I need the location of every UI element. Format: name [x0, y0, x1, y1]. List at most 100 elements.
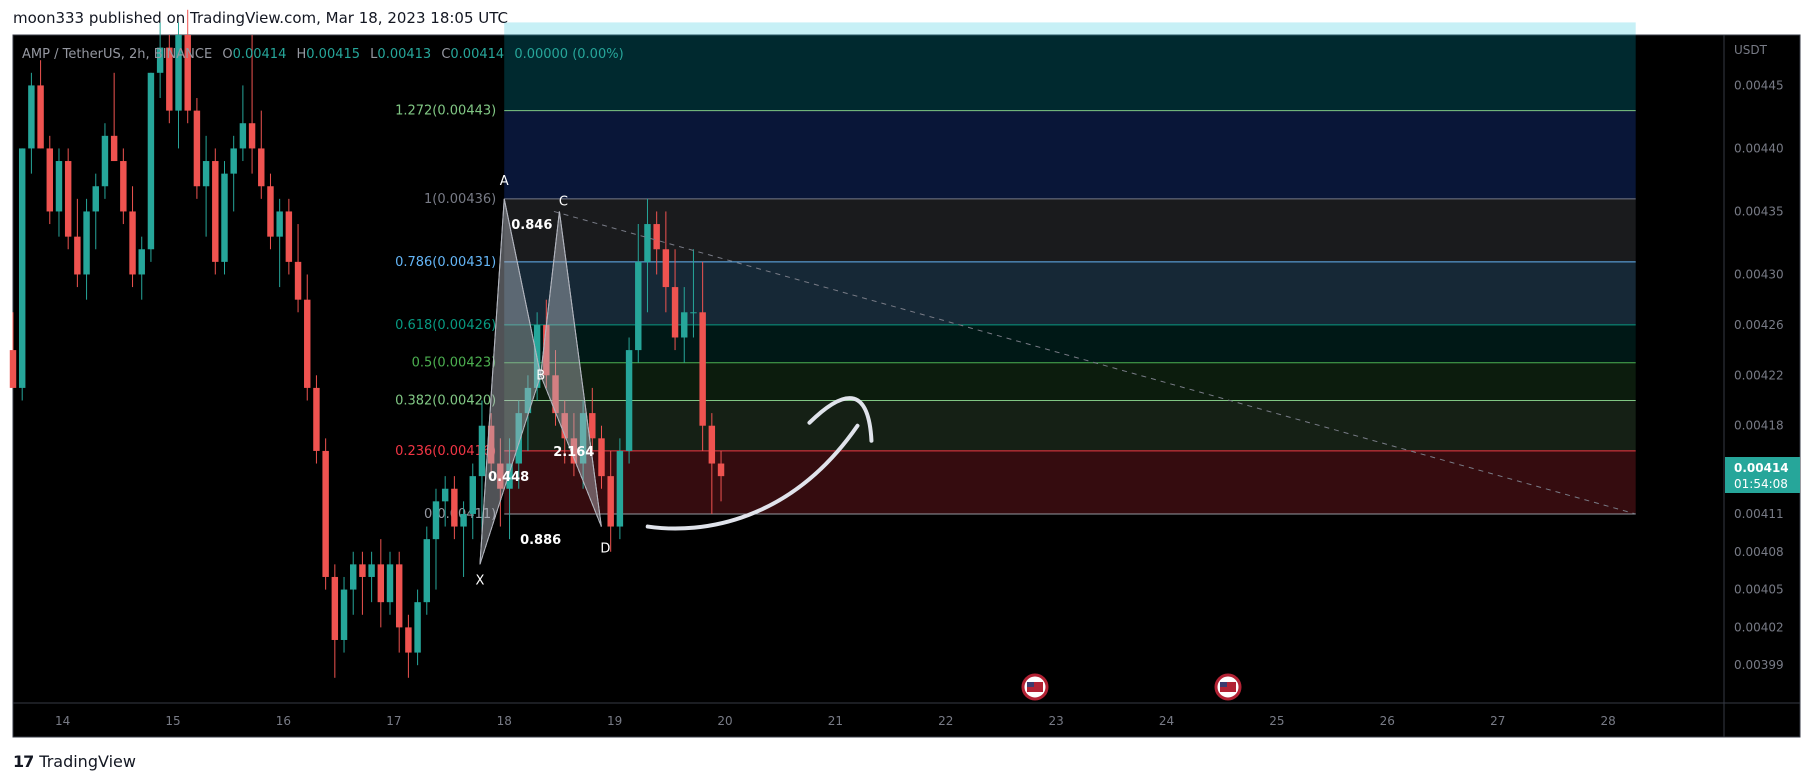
candle-body — [248, 123, 256, 149]
candle-body — [258, 148, 265, 187]
candle-body — [635, 261, 642, 351]
price-tick-label: 0.00430 — [1734, 267, 1784, 281]
candle-body — [120, 161, 127, 212]
candle-body — [377, 564, 385, 603]
candle-body — [147, 72, 155, 250]
pattern-point-label: C — [559, 194, 568, 209]
fib-level-label: 1(0.00436) — [424, 192, 496, 207]
candle-body — [138, 249, 145, 275]
us-flag-canton — [1027, 682, 1034, 687]
price-tick-label: 0.00418 — [1734, 419, 1784, 433]
candle-body — [432, 501, 440, 540]
candle-body — [74, 236, 81, 275]
candle-body — [625, 350, 633, 451]
candle-body — [276, 211, 283, 237]
legend-low: 0.00413 — [377, 47, 431, 62]
price-tick-label: 0.00411 — [1734, 507, 1784, 521]
candle-body — [405, 627, 412, 653]
fib-level-label: 0.382(0.00420) — [395, 394, 496, 409]
legend-close: 0.00414 — [450, 47, 504, 62]
pattern-point-label: X — [475, 573, 484, 588]
fib-level-label: 0.5(0.00423) — [412, 356, 497, 371]
candle-body — [414, 602, 421, 653]
time-tick-label: 28 — [1600, 714, 1615, 728]
candle-body — [478, 425, 486, 477]
pattern-point-label: A — [500, 174, 509, 189]
time-tick-label: 25 — [1269, 714, 1284, 728]
candle-body — [690, 312, 697, 314]
time-tick-label: 15 — [165, 714, 180, 728]
candle-body — [267, 186, 274, 237]
candle-body — [671, 287, 679, 338]
footer-brand[interactable]: 17 TradingView — [13, 752, 136, 771]
candle-body — [350, 564, 357, 590]
legend-symbol: AMP / TetherUS, 2h, BINANCE — [22, 47, 212, 62]
candle-body — [110, 135, 118, 162]
candle-body — [230, 148, 237, 174]
last-price-badge: 0.00414 01:54:08 — [1725, 457, 1800, 493]
time-axis[interactable]: 14 15 16 17 18 19 20 21 22 23 24 25 26 27 28 — [55, 714, 1616, 728]
candle-body — [294, 261, 302, 300]
candle-body — [699, 312, 706, 426]
time-tick-label: 26 — [1380, 714, 1395, 728]
time-tick-label: 24 — [1159, 714, 1174, 728]
legend-close-label: C — [441, 47, 450, 62]
candle-body — [202, 161, 210, 187]
price-tick-label: 0.00402 — [1734, 620, 1784, 634]
pattern-ratio-label: 0.846 — [511, 218, 552, 233]
time-tick-label: 21 — [828, 714, 843, 728]
pattern-ratio-label: 2.164 — [553, 445, 594, 460]
price-tick-label: 0.00426 — [1734, 318, 1784, 332]
price-tick-label: 0.00435 — [1734, 204, 1784, 218]
candle-body — [589, 413, 596, 439]
time-tick-label: 27 — [1490, 714, 1505, 728]
candle-body — [64, 161, 72, 237]
svg-text:AMP / TetherUS, 2h, BINANCE: AMP / TetherUS, 2h, BINANCE O0.00414 H0.… — [22, 47, 624, 62]
candle-body — [239, 123, 247, 149]
tradingview-logo-icon: 17 — [13, 752, 34, 771]
candle-body — [304, 299, 311, 388]
legend-change: 0.00000 (0.00%) — [514, 47, 623, 62]
candle-body — [285, 211, 293, 262]
price-tick-label: 0.00422 — [1734, 368, 1784, 382]
candle-body — [193, 110, 201, 187]
candle-body — [55, 161, 63, 212]
footer-brand-name: TradingView — [39, 752, 136, 771]
candle-body — [331, 576, 339, 640]
candle-body — [368, 564, 375, 577]
fib-level-label: 0.618(0.00426) — [395, 318, 496, 333]
fib-level-label: 0.786(0.00431) — [395, 255, 496, 270]
candle-body — [460, 513, 467, 527]
economic-event-2[interactable] — [1214, 673, 1242, 701]
time-tick-label: 19 — [607, 714, 622, 728]
candle-body — [129, 211, 136, 275]
price-tick-label: 0.00445 — [1734, 78, 1784, 92]
economic-event-1[interactable] — [1021, 673, 1049, 701]
candle-body — [46, 148, 53, 212]
fib-zone — [504, 362, 1636, 401]
candle-body — [322, 450, 329, 577]
candle-body — [469, 476, 476, 514]
legend-open: 0.00414 — [233, 47, 287, 62]
candle-body — [37, 85, 44, 149]
candle-body — [395, 564, 403, 628]
candle-body — [708, 425, 716, 464]
legend-high-label: H — [296, 47, 306, 62]
time-tick-label: 14 — [55, 714, 70, 728]
candle-body — [717, 463, 725, 477]
candle-body — [644, 224, 651, 262]
pattern-ratio-label: 0.886 — [520, 533, 561, 548]
candle-body — [681, 312, 688, 338]
candle-body — [340, 589, 348, 640]
price-tick-label: 0.00408 — [1734, 545, 1784, 559]
last-price-value: 0.00414 — [1734, 461, 1789, 475]
fib-zone — [504, 198, 1636, 262]
price-chart[interactable]: 0(0.00411)0.236(0.00416)0.382(0.00420)0.… — [0, 0, 1813, 783]
pattern-point-label: D — [600, 542, 610, 557]
candle-body — [662, 249, 670, 288]
candle-body — [653, 224, 660, 250]
candle-body — [451, 488, 458, 527]
candle-body — [313, 387, 320, 451]
time-tick-label: 22 — [938, 714, 953, 728]
fib-zone — [504, 450, 1636, 514]
